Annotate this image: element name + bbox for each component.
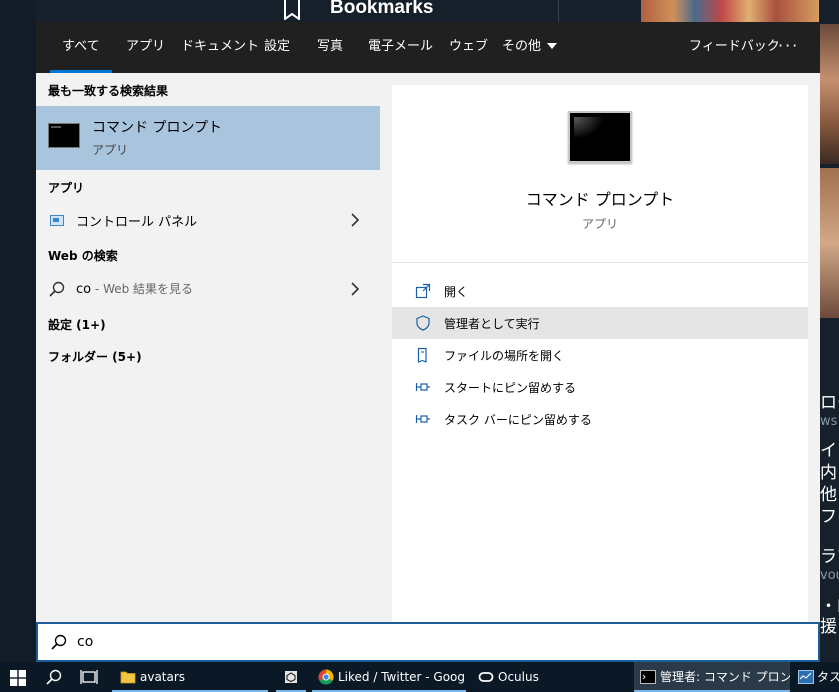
results-list: 最も一致する検索結果 コマンド プロンプト アプリ アプリ コントロール パネル…	[36, 73, 380, 622]
cmd-icon	[640, 670, 656, 684]
background-title: Bookmarks	[330, 0, 434, 18]
best-match-item[interactable]: コマンド プロンプト アプリ	[36, 106, 380, 170]
taskbar-app-command-prompt[interactable]: 管理者: コマンド プロンプト	[634, 662, 790, 692]
best-match-header: 最も一致する検索結果	[48, 84, 169, 98]
background-text: vou	[820, 568, 839, 583]
windows-start-icon[interactable]	[10, 670, 26, 686]
tab-more[interactable]: その他	[502, 22, 558, 73]
search-icon	[51, 634, 67, 650]
bookmark-icon	[284, 0, 300, 20]
shield-icon	[416, 315, 430, 331]
more-options-button[interactable]: ···	[778, 22, 799, 73]
best-match-subtitle: アプリ	[92, 143, 129, 157]
preview-pane: コマンド プロンプト アプリ 開く 管理者として実行 ファイルの場所を開く スタ…	[392, 85, 808, 622]
background-text: ws	[820, 414, 838, 429]
list-item-web-search[interactable]: co - Web 結果を見る	[36, 273, 380, 305]
command-prompt-icon	[48, 123, 80, 148]
background-text: ロー	[820, 393, 839, 413]
taskbar-app-label: Liked / Twitter - Goog...	[338, 670, 466, 684]
background-banner-image	[641, 0, 821, 22]
action-label: 管理者として実行	[444, 317, 540, 331]
taskbar-app-explorer[interactable]: avatars	[112, 662, 268, 692]
taskbar-app-unity[interactable]	[276, 662, 306, 692]
search-input-value[interactable]: co	[77, 634, 93, 650]
web-query: co	[76, 282, 92, 297]
web-query-hint: - Web 結果を見る	[91, 282, 194, 296]
chrome-icon	[318, 669, 334, 685]
action-label: スタートにピン留めする	[444, 381, 577, 395]
action-open[interactable]: 開く	[392, 275, 808, 307]
oculus-icon	[478, 672, 494, 682]
folder-icon	[120, 671, 136, 684]
divider	[392, 262, 808, 263]
search-icon[interactable]	[46, 669, 62, 685]
action-open-file-location[interactable]: ファイルの場所を開く	[392, 339, 808, 371]
background-text: 援	[820, 617, 837, 637]
action-label: タスク バーにピン留めする	[444, 413, 592, 427]
unity-icon	[285, 671, 297, 683]
taskbar-app-chrome[interactable]: Liked / Twitter - Goog...	[312, 662, 466, 692]
action-run-as-admin[interactable]: 管理者として実行	[392, 307, 808, 339]
taskbar-app-oculus[interactable]: Oculus	[472, 662, 630, 692]
control-panel-icon	[50, 215, 64, 226]
chevron-right-icon[interactable]	[350, 282, 360, 296]
task-icon	[798, 670, 814, 684]
tab-photos[interactable]: 写真	[317, 22, 343, 73]
chevron-down-icon	[547, 42, 558, 49]
list-item-label: co - Web 結果を見る	[76, 280, 193, 297]
action-label: ファイルの場所を開く	[444, 349, 565, 363]
folders-header[interactable]: フォルダー (5+)	[48, 348, 142, 365]
tab-more-label: その他	[502, 39, 542, 54]
action-pin-to-taskbar[interactable]: タスク バーにピン留めする	[392, 403, 808, 435]
pin-icon	[415, 383, 430, 391]
taskbar: avatars Liked / Twitter - Goog... Oculus	[0, 662, 839, 692]
chevron-right-icon[interactable]	[350, 213, 360, 227]
best-match-title: コマンド プロンプト	[92, 120, 223, 136]
search-panel: すべて アプリ ドキュメント 設定 写真 電子メール ウェブ その他 フィードバ…	[36, 22, 820, 622]
background-text: ラマ	[820, 547, 839, 567]
action-pin-to-start[interactable]: スタートにピン留めする	[392, 371, 808, 403]
command-prompt-icon	[568, 111, 632, 163]
background-divider	[558, 0, 559, 22]
taskbar-app-task-manager[interactable]: タス	[794, 662, 839, 692]
tab-all[interactable]: すべて	[50, 22, 112, 73]
action-label: 開く	[444, 285, 469, 299]
search-icon	[49, 281, 65, 297]
web-search-header: Web の検索	[48, 249, 118, 263]
taskbar-app-label: avatars	[140, 670, 186, 684]
list-item-control-panel[interactable]: コントロール パネル	[36, 204, 380, 236]
open-icon	[415, 283, 431, 299]
filter-tab-bar: すべて アプリ ドキュメント 設定 写真 電子メール ウェブ その他 フィードバ…	[36, 22, 820, 73]
tab-documents[interactable]: ドキュメント	[181, 22, 259, 73]
list-item-label: コントロール パネル	[76, 215, 198, 230]
background-sidebar	[0, 0, 36, 662]
apps-header: アプリ	[48, 181, 85, 195]
background-photo	[820, 168, 839, 318]
taskbar-app-label: 管理者: コマンド プロンプト	[660, 670, 790, 684]
pin-icon	[415, 415, 430, 423]
preview-title: コマンド プロンプト	[525, 190, 675, 209]
tab-email[interactable]: 電子メール	[368, 22, 433, 73]
task-view-icon[interactable]	[80, 669, 98, 685]
file-location-icon	[417, 347, 427, 363]
tab-settings[interactable]: 設定	[264, 22, 290, 73]
feedback-button[interactable]: フィードバック	[689, 22, 780, 73]
background-text: フォ	[820, 507, 839, 527]
settings-header[interactable]: 設定 (1+)	[48, 316, 106, 333]
tab-web[interactable]: ウェブ	[449, 22, 488, 73]
preview-subtitle: アプリ	[581, 217, 618, 231]
tab-apps[interactable]: アプリ	[126, 22, 165, 73]
search-input[interactable]: co	[36, 622, 820, 662]
taskbar-app-label: Oculus	[498, 670, 539, 684]
taskbar-app-label: タス	[817, 670, 839, 684]
background-photo	[820, 24, 839, 164]
